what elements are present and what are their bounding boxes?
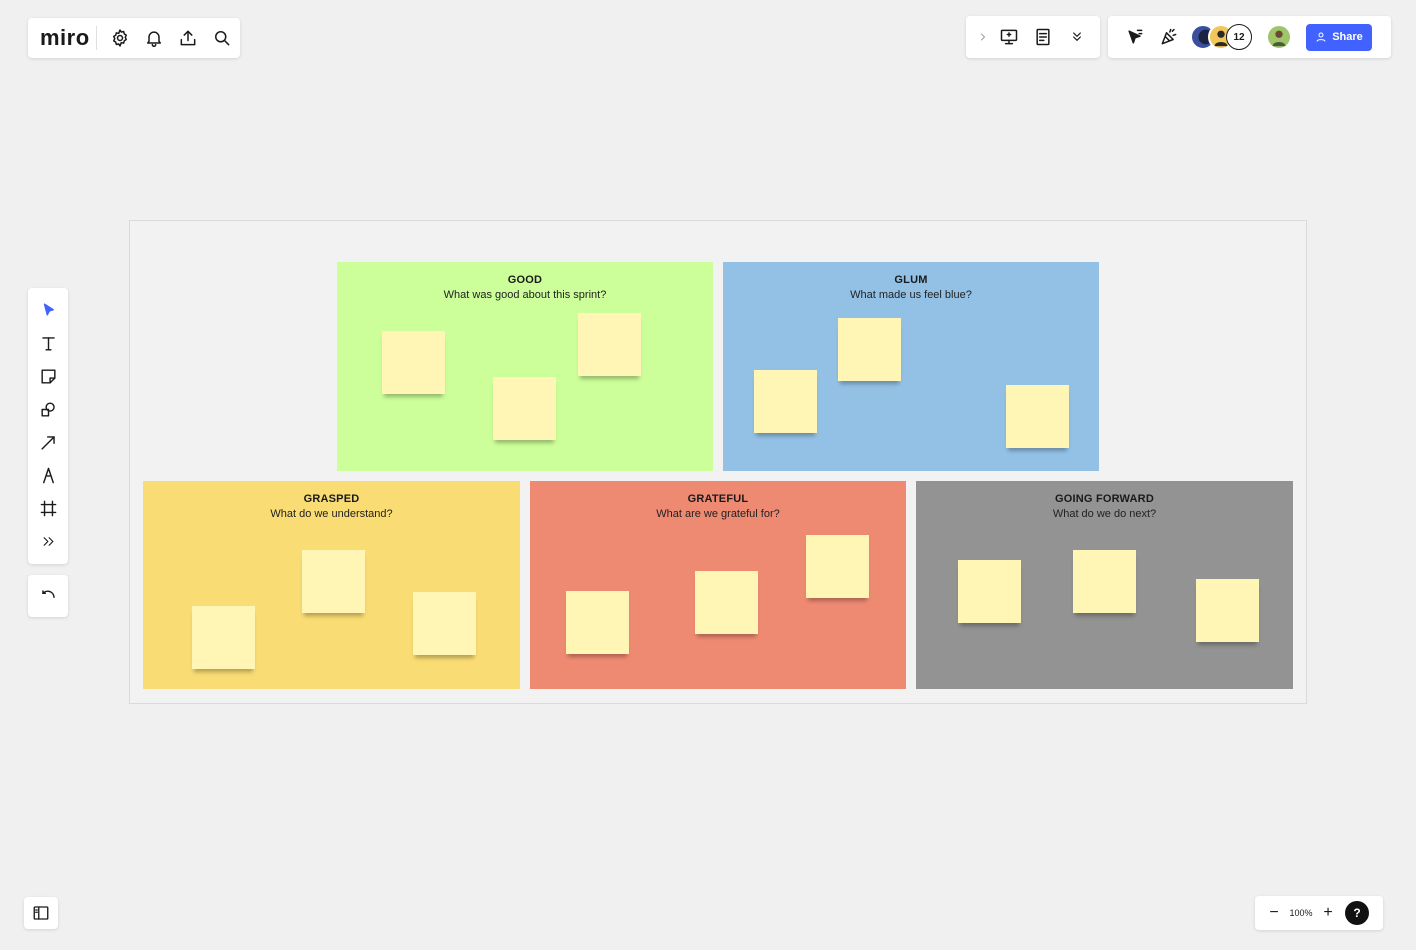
- sticky-note[interactable]: [806, 535, 869, 598]
- retro-board-frame: GOOD What was good about this sprint? GL…: [129, 220, 1307, 704]
- zoom-level[interactable]: 100%: [1285, 908, 1317, 918]
- help-button[interactable]: ?: [1345, 901, 1369, 925]
- top-collaboration-toolbar: 12 Share: [1108, 16, 1391, 58]
- sticky-note[interactable]: [578, 313, 641, 376]
- left-creation-toolbar: [28, 288, 68, 564]
- miro-logo[interactable]: miro: [40, 25, 90, 51]
- undo-icon[interactable]: [31, 579, 65, 613]
- chevron-right-icon[interactable]: [974, 20, 992, 54]
- sticky-note[interactable]: [192, 606, 255, 669]
- collaborator-count-badge[interactable]: 12: [1226, 24, 1252, 50]
- frame-title: GOOD: [507, 274, 543, 286]
- frame-icon[interactable]: [31, 492, 65, 525]
- sticky-note[interactable]: [493, 377, 556, 440]
- upload-icon[interactable]: [171, 21, 205, 55]
- shapes-icon[interactable]: [31, 393, 65, 426]
- zoom-out-button[interactable]: −: [1263, 896, 1285, 930]
- present-icon[interactable]: [992, 20, 1026, 54]
- user-icon: [1316, 32, 1326, 42]
- sticky-note[interactable]: [958, 560, 1021, 623]
- frame-subtitle: What do we understand?: [270, 508, 393, 520]
- top-left-toolbar: miro: [28, 18, 240, 58]
- divider: [95, 26, 97, 50]
- search-icon[interactable]: [205, 21, 239, 55]
- undo-toolbar: [28, 575, 68, 617]
- sticky-note[interactable]: [1196, 579, 1259, 642]
- bell-icon[interactable]: [137, 21, 171, 55]
- celebrate-icon[interactable]: [1152, 20, 1186, 54]
- sticky-note-icon[interactable]: [31, 360, 65, 393]
- pen-icon[interactable]: [31, 459, 65, 492]
- zoom-out-icon: −: [1269, 904, 1279, 921]
- notes-icon[interactable]: [1026, 20, 1060, 54]
- frame-good[interactable]: GOOD What was good about this sprint?: [337, 262, 713, 471]
- sticky-note[interactable]: [566, 591, 629, 654]
- sticky-note[interactable]: [838, 318, 901, 381]
- top-board-toolbar: [966, 16, 1100, 58]
- text-tool-icon[interactable]: [31, 327, 65, 360]
- zoom-in-icon: +: [1323, 904, 1333, 921]
- more-tools-icon[interactable]: [31, 525, 65, 558]
- arrow-line-icon[interactable]: [31, 426, 65, 459]
- sticky-note[interactable]: [1073, 550, 1136, 613]
- sticky-note[interactable]: [302, 550, 365, 613]
- sticky-note[interactable]: [1006, 385, 1069, 448]
- frame-title: GRATEFUL: [687, 493, 749, 505]
- frame-subtitle: What are we grateful for?: [656, 508, 780, 520]
- frame-title: GOING FORWARD: [1055, 493, 1154, 505]
- frame-title: GLUM: [894, 274, 928, 286]
- double-chevron-down-icon[interactable]: [1060, 20, 1094, 54]
- current-user-avatar[interactable]: [1266, 24, 1292, 50]
- sidebar-panel-icon[interactable]: [24, 896, 58, 930]
- zoom-controls: − 100% + ?: [1255, 896, 1383, 930]
- frame-glum[interactable]: GLUM What made us feel blue?: [723, 262, 1099, 471]
- cursor-pointer-icon[interactable]: [1118, 20, 1152, 54]
- gear-icon[interactable]: [103, 21, 137, 55]
- sticky-note[interactable]: [695, 571, 758, 634]
- collaborator-count: 12: [1233, 31, 1245, 43]
- zoom-in-button[interactable]: +: [1317, 896, 1339, 930]
- frame-subtitle: What made us feel blue?: [850, 289, 972, 301]
- share-label: Share: [1332, 31, 1363, 43]
- sticky-note[interactable]: [382, 331, 445, 394]
- collaborator-avatars[interactable]: 12: [1190, 24, 1252, 50]
- sticky-note[interactable]: [413, 592, 476, 655]
- select-cursor-icon[interactable]: [31, 294, 65, 327]
- frame-subtitle: What was good about this sprint?: [443, 289, 607, 301]
- help-icon: ?: [1353, 906, 1361, 920]
- share-button[interactable]: Share: [1306, 23, 1372, 51]
- frame-subtitle: What do we do next?: [1052, 508, 1157, 520]
- board-panel-toggle[interactable]: [24, 897, 58, 929]
- sticky-note[interactable]: [754, 370, 817, 433]
- frame-grasped[interactable]: GRASPED What do we understand?: [143, 481, 520, 689]
- frame-title: GRASPED: [303, 493, 360, 505]
- frame-going-forward[interactable]: GOING FORWARD What do we do next?: [916, 481, 1293, 689]
- frame-grateful[interactable]: GRATEFUL What are we grateful for?: [530, 481, 906, 689]
